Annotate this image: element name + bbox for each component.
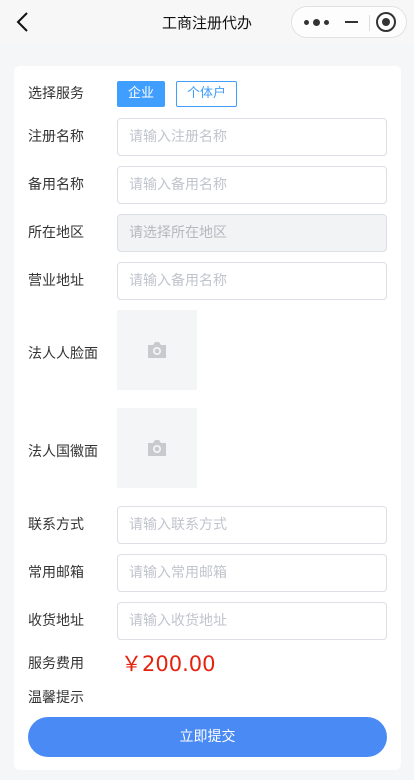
contact-input[interactable] xyxy=(117,506,387,544)
shipping-address-label: 收货地址 xyxy=(28,613,84,629)
service-option-individual[interactable]: 个体户 xyxy=(176,81,237,107)
target-circle-icon[interactable] xyxy=(376,12,396,32)
business-address-label: 营业地址 xyxy=(28,273,84,289)
shipping-address-input[interactable] xyxy=(117,602,387,640)
more-dots-icon[interactable] xyxy=(292,7,340,37)
email-input[interactable] xyxy=(117,554,387,592)
email-label: 常用邮箱 xyxy=(28,565,84,581)
miniprogram-capsule xyxy=(291,6,407,38)
service-type-label: 选择服务 xyxy=(28,86,84,102)
submit-button[interactable]: 立即提交 xyxy=(28,717,387,757)
legal-emblem-label: 法人国徽面 xyxy=(28,444,98,460)
region-select[interactable] xyxy=(117,214,387,252)
backup-name-input[interactable] xyxy=(117,166,387,204)
service-fee-label: 服务费用 xyxy=(28,656,84,672)
camera-icon xyxy=(148,342,166,358)
legal-face-label: 法人人脸面 xyxy=(28,346,98,362)
camera-icon xyxy=(148,440,166,456)
region-label: 所在地区 xyxy=(28,225,84,241)
legal-face-upload[interactable] xyxy=(117,310,197,390)
tips-label: 温馨提示 xyxy=(28,690,84,706)
business-address-input[interactable] xyxy=(117,262,387,300)
contact-label: 联系方式 xyxy=(28,517,84,533)
service-option-enterprise[interactable]: 企业 xyxy=(117,81,165,107)
register-name-input[interactable] xyxy=(117,118,387,156)
legal-emblem-upload[interactable] xyxy=(117,408,197,488)
minus-icon[interactable] xyxy=(340,7,362,37)
service-fee-value: ￥200.00 xyxy=(121,652,216,676)
navigation-bar: 工商注册代办 xyxy=(0,0,414,44)
backup-name-label: 备用名称 xyxy=(28,177,84,193)
capsule-divider xyxy=(369,15,370,31)
register-name-label: 注册名称 xyxy=(28,129,84,145)
